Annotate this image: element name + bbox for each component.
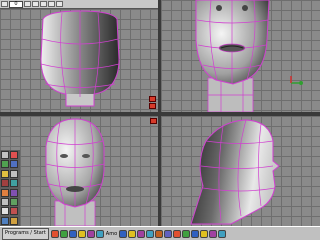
viewport-top[interactable] [0, 9, 158, 112]
app-task-label[interactable]: Amo [106, 231, 117, 237]
taskbar-app-icon[interactable] [68, 229, 77, 238]
palette-tool-button[interactable] [10, 188, 18, 197]
tray-icon[interactable] [164, 229, 173, 238]
tray-icon[interactable] [218, 229, 227, 238]
viewport-toolbar: 0 [0, 0, 160, 9]
view-tool-icon[interactable] [48, 1, 55, 7]
taskbar-app-icon[interactable] [77, 229, 86, 238]
quick-launch-tray [50, 229, 104, 238]
tray-icon[interactable] [146, 229, 155, 238]
viewport-perspective[interactable] [0, 116, 158, 226]
head-mesh-side [190, 119, 280, 225]
palette-tool-button[interactable] [1, 160, 9, 169]
palette-tool-button[interactable] [10, 207, 18, 216]
tray-icon[interactable] [128, 229, 137, 238]
palette-tool-button[interactable] [10, 160, 18, 169]
tray-icon[interactable] [200, 229, 209, 238]
palette-tool-button[interactable] [1, 151, 9, 159]
tray-icon[interactable] [155, 229, 164, 238]
tray-icon[interactable] [137, 229, 146, 238]
start-button[interactable]: Programs / Start [2, 227, 49, 240]
head-mesh-front [195, 0, 270, 112]
palette-tool-button[interactable] [10, 197, 18, 206]
viewport-options-button[interactable] [150, 118, 157, 124]
viewport-maximize-button[interactable] [149, 96, 156, 102]
rotate-tool-icon[interactable] [32, 1, 39, 7]
taskbar-app-icon[interactable] [50, 229, 59, 238]
palette-tool-button[interactable] [10, 216, 18, 225]
head-mesh-perspective [45, 118, 105, 226]
palette-tool-button[interactable] [1, 197, 9, 206]
select-tool-icon[interactable] [1, 1, 8, 7]
viewport-front[interactable] [161, 0, 320, 112]
modeler-window: 0 Programs / Start Amo [0, 0, 320, 240]
tray-icon[interactable] [182, 229, 191, 238]
tray-icon[interactable] [191, 229, 200, 238]
palette-tool-button[interactable] [10, 151, 18, 159]
palette-tool-button[interactable] [1, 216, 9, 225]
move-tool-icon[interactable] [24, 1, 31, 7]
taskbar-app-icon[interactable] [59, 229, 68, 238]
palette-tool-button[interactable] [10, 169, 18, 178]
taskbar: Programs / Start Amo [0, 226, 320, 240]
tool-palette [0, 150, 20, 226]
tray-icon[interactable] [173, 229, 182, 238]
taskbar-app-icon[interactable] [86, 229, 95, 238]
tray-icon[interactable] [119, 229, 128, 238]
viewport-close-button[interactable] [149, 103, 156, 109]
head-mesh-back [40, 10, 120, 107]
render-tool-icon[interactable] [56, 1, 63, 7]
taskbar-app-icon[interactable] [95, 229, 104, 238]
palette-tool-button[interactable] [1, 179, 9, 188]
palette-tool-button[interactable] [1, 169, 9, 178]
system-tray [119, 229, 227, 238]
palette-tool-button[interactable] [1, 188, 9, 197]
viewport-side[interactable] [161, 116, 320, 226]
palette-tool-button[interactable] [1, 207, 9, 216]
tray-icon[interactable] [209, 229, 218, 238]
viewport-divider-horizontal[interactable] [0, 112, 320, 116]
palette-tool-button[interactable] [10, 179, 18, 188]
scale-tool-icon[interactable] [40, 1, 47, 7]
zoom-field[interactable]: 0 [9, 0, 23, 8]
